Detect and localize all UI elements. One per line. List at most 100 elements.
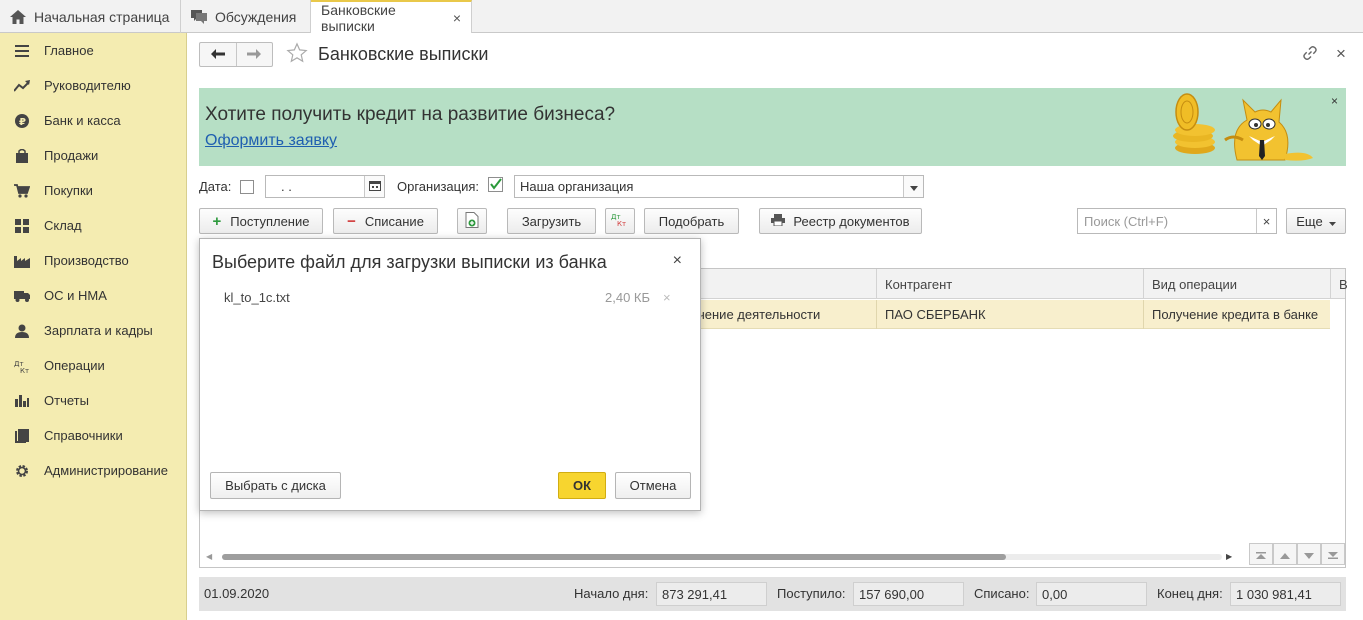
load-button[interactable]: Загрузить — [507, 208, 596, 234]
horizontal-scrollbar[interactable]: ◀ ▶ — [206, 550, 1232, 563]
sidebar-item-production[interactable]: Производство — [0, 243, 187, 278]
plus-icon: + — [212, 212, 222, 230]
svg-text:₽: ₽ — [19, 117, 26, 128]
receipt-button[interactable]: + Поступление — [199, 208, 323, 234]
more-button[interactable]: Еще — [1286, 208, 1346, 234]
choose-from-disk-button[interactable]: Выбрать с диска — [210, 472, 341, 499]
banner-close-icon[interactable]: × — [1331, 94, 1338, 108]
registry-button[interactable]: Реестр документов — [759, 208, 922, 234]
chevron-up-icon — [1280, 547, 1290, 562]
svg-text:Кт: Кт — [617, 220, 626, 227]
dt-kt-button[interactable]: Дт Кт — [605, 208, 635, 234]
cell-counterparty: ПАО СБЕРБАНК — [876, 300, 1143, 329]
warehouse-icon — [14, 218, 30, 234]
minus-icon: − — [347, 212, 356, 230]
ruble-icon: ₽ — [14, 113, 30, 129]
date-checkbox[interactable] — [240, 180, 254, 194]
banner-title: Хотите получить кредит на развитие бизне… — [205, 104, 616, 125]
start-label: Начало дня: — [574, 586, 649, 601]
sidebar: Главное Руководителю ₽ Банк и касса Прод… — [0, 33, 187, 620]
tab-home[interactable]: Начальная страница — [0, 0, 181, 33]
scroll-first-button[interactable] — [1249, 543, 1273, 565]
search-input[interactable]: Поиск (Ctrl+F) × — [1077, 208, 1277, 234]
scroll-thumb[interactable] — [222, 554, 1006, 560]
forward-button[interactable] — [237, 43, 273, 66]
column-header-operation[interactable]: Вид операции — [1143, 269, 1330, 299]
org-select[interactable]: Наша организация — [514, 175, 924, 198]
sidebar-item-sales[interactable]: Продажи — [0, 138, 187, 173]
sidebar-item-label: Зарплата и кадры — [44, 323, 153, 338]
sidebar-item-admin[interactable]: Администрирование — [0, 453, 187, 488]
sidebar-item-bank[interactable]: ₽ Банк и касса — [0, 103, 187, 138]
org-checkbox[interactable] — [488, 177, 503, 195]
file-size: 2,40 КБ — [605, 290, 651, 305]
new-document-button[interactable] — [457, 208, 487, 234]
sidebar-item-purchases[interactable]: Покупки — [0, 173, 187, 208]
start-value: 873 291,41 — [656, 582, 767, 606]
chevron-down-icon — [1304, 547, 1314, 562]
page-title: Банковские выписки — [318, 44, 489, 64]
banner-apply-link[interactable]: Оформить заявку — [205, 132, 337, 150]
dt-kt-icon: Дт Кт — [611, 213, 629, 230]
book-icon — [14, 428, 30, 444]
writeoff-button[interactable]: − Списание — [333, 208, 438, 234]
out-label: Списано: — [974, 586, 1030, 601]
tab-close-icon[interactable]: × — [453, 10, 461, 26]
dialog-close-icon[interactable]: × — [673, 252, 682, 270]
ok-button[interactable]: ОК — [558, 472, 606, 499]
search-placeholder: Поиск (Ctrl+F) — [1084, 214, 1169, 229]
out-value: 0,00 — [1036, 582, 1147, 606]
file-select-dialog: Выберите файл для загрузки выписки из ба… — [199, 238, 701, 511]
credit-banner: Хотите получить кредит на развитие бизне… — [199, 88, 1346, 166]
printer-icon — [771, 213, 786, 229]
sidebar-item-label: ОС и НМА — [44, 288, 107, 303]
scroll-left-icon[interactable]: ◀ — [206, 552, 212, 561]
date-field[interactable]: . . — [265, 175, 385, 198]
sidebar-item-label: Покупки — [44, 183, 93, 198]
sidebar-item-references[interactable]: Справочники — [0, 418, 187, 453]
sidebar-item-manager[interactable]: Руководителю — [0, 68, 187, 103]
sidebar-item-salary[interactable]: Зарплата и кадры — [0, 313, 187, 348]
scroll-right-icon[interactable]: ▶ — [1226, 552, 1232, 561]
svg-text:Кт: Кт — [20, 367, 29, 373]
file-name[interactable]: kl_to_1c.txt — [224, 290, 290, 305]
back-button[interactable] — [200, 43, 237, 66]
chevron-down-icon — [1328, 214, 1336, 229]
tab-bank-statements[interactable]: Банковские выписки × — [311, 0, 472, 34]
sidebar-item-label: Руководителю — [44, 78, 131, 93]
tab-discussions[interactable]: Обсуждения — [181, 0, 311, 33]
org-value: Наша организация — [520, 179, 634, 194]
document-add-icon — [465, 211, 479, 231]
close-form-icon[interactable]: × — [1336, 44, 1346, 64]
cancel-button[interactable]: Отмена — [615, 472, 691, 499]
cell-purpose: чение деятельности — [698, 307, 821, 322]
bar-chart-icon — [14, 393, 30, 409]
sidebar-item-assets[interactable]: ОС и НМА — [0, 278, 187, 313]
link-icon[interactable] — [1302, 45, 1318, 64]
calendar-button[interactable] — [364, 176, 384, 197]
select-button[interactable]: Подобрать — [644, 208, 739, 234]
scroll-up-button[interactable] — [1273, 543, 1297, 565]
truck-icon — [14, 288, 30, 304]
column-header-counterparty[interactable]: Контрагент — [876, 269, 1143, 299]
column-header-extra[interactable]: В — [1330, 269, 1348, 299]
sidebar-item-reports[interactable]: Отчеты — [0, 383, 187, 418]
receipt-label: Поступление — [230, 213, 310, 229]
select-label: Подобрать — [658, 213, 725, 229]
scroll-down-button[interactable] — [1297, 543, 1321, 565]
chevron-down-icon — [909, 179, 918, 194]
sidebar-item-main[interactable]: Главное — [0, 33, 187, 68]
person-icon — [14, 323, 30, 339]
scroll-last-button[interactable] — [1321, 543, 1345, 565]
footer-date: 01.09.2020 — [204, 586, 270, 601]
sidebar-item-label: Отчеты — [44, 393, 89, 408]
file-remove-icon[interactable]: × — [663, 290, 671, 305]
sidebar-item-operations[interactable]: Дт Кт Операции — [0, 348, 187, 383]
favorite-star-icon[interactable] — [286, 42, 308, 67]
end-label: Конец дня: — [1157, 586, 1223, 601]
sidebar-item-warehouse[interactable]: Склад — [0, 208, 187, 243]
search-clear-icon[interactable]: × — [1256, 209, 1276, 233]
dialog-title: Выберите файл для загрузки выписки из ба… — [212, 252, 607, 272]
org-dropdown-button[interactable] — [903, 176, 923, 197]
sidebar-item-label: Производство — [44, 253, 129, 268]
